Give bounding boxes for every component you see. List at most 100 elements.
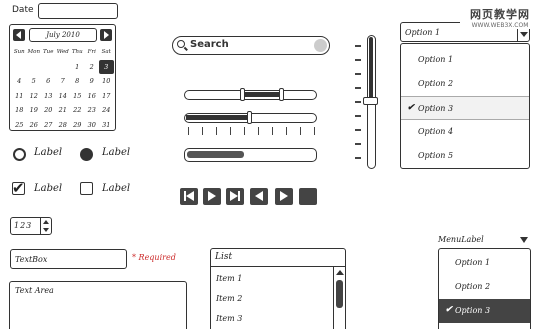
stop-button[interactable] <box>299 188 317 205</box>
calendar-day[interactable]: 7 <box>56 74 71 89</box>
calendar-day[interactable]: 16 <box>85 89 100 104</box>
option-label: Option 3 <box>418 104 454 113</box>
dropdown-option[interactable]: Option 2 <box>401 72 529 96</box>
dropdown-option[interactable]: Option 5 <box>401 144 529 168</box>
play-button[interactable] <box>203 188 221 205</box>
calendar-day[interactable]: 26 <box>27 118 42 133</box>
dropdown-option[interactable]: Option 1 <box>401 48 529 72</box>
calendar-day[interactable]: 15 <box>70 89 85 104</box>
calendar-day[interactable]: 21 <box>56 103 71 118</box>
date-field[interactable] <box>38 3 118 19</box>
chevron-down-icon[interactable] <box>520 237 528 243</box>
calendar-day[interactable]: 10 <box>99 74 114 89</box>
calendar-day[interactable]: 23 <box>85 103 100 118</box>
bar-icon <box>238 191 240 201</box>
calendar-day[interactable]: 19 <box>27 103 42 118</box>
calendar-weekday: Thu <box>71 49 83 55</box>
calendar-day[interactable]: 18 <box>12 103 27 118</box>
progress-fill <box>187 151 244 158</box>
calendar-day[interactable]: 6 <box>41 74 56 89</box>
forward-button[interactable] <box>275 188 293 205</box>
calendar-day[interactable]: 5 <box>27 74 42 89</box>
calendar-day[interactable]: 17 <box>99 89 114 104</box>
slider-fill <box>186 115 250 120</box>
calendar-day[interactable]: 1 <box>70 60 85 75</box>
checkbox-label: Label <box>34 183 63 194</box>
calendar-day[interactable]: 24 <box>99 103 114 118</box>
calendar-weekday: Tue <box>43 49 54 55</box>
vertical-slider-tick <box>355 87 361 89</box>
vertical-slider-tick <box>355 157 361 159</box>
calendar-weekday: Wed <box>56 49 69 55</box>
dropdown-option-selected[interactable]: ✔ Option 3 <box>401 96 529 120</box>
calendar-day[interactable]: 28 <box>56 118 71 133</box>
vertical-slider-tick <box>355 59 361 61</box>
dropdown-option[interactable]: Option 4 <box>401 120 529 144</box>
calendar-day[interactable]: 14 <box>56 89 71 104</box>
slider-tick <box>230 127 231 135</box>
dropdown-menu: Option 1 Option 2 ✔ Option 3 Option 4 Opt… <box>400 43 530 169</box>
calendar-day[interactable]: 12 <box>27 89 42 104</box>
calendar-day[interactable]: 20 <box>41 103 56 118</box>
number-stepper[interactable]: 123 <box>10 217 52 235</box>
skip-forward-button[interactable] <box>226 188 244 205</box>
slider-tick <box>216 127 217 135</box>
calendar-day[interactable]: 3 <box>99 59 114 74</box>
scroll-thumb[interactable] <box>336 280 343 308</box>
list-item[interactable]: Item 2 <box>216 294 242 303</box>
calendar-next-icon[interactable] <box>100 29 112 41</box>
menu-item-selected[interactable]: ✔ Option 3 <box>439 299 530 323</box>
scroll-up-icon[interactable] <box>336 270 344 275</box>
calendar-weekday: Fri <box>87 49 96 55</box>
calendar-day[interactable]: 13 <box>41 89 56 104</box>
calendar-day[interactable]: 25 <box>12 118 27 133</box>
rewind-button[interactable] <box>250 188 268 205</box>
menu-item-label: Option 3 <box>455 306 491 315</box>
slider-tick <box>244 127 245 135</box>
required-label: * Required <box>132 253 176 262</box>
clear-icon[interactable] <box>314 39 327 52</box>
range-slider-high-thumb[interactable] <box>278 88 284 101</box>
stepper-down-icon[interactable] <box>43 228 49 232</box>
text-area[interactable]: Text Area <box>9 281 187 329</box>
slider-tick <box>314 127 315 135</box>
calendar-day[interactable]: 31 <box>99 118 114 133</box>
calendar-empty <box>12 60 27 75</box>
calendar-day[interactable]: 27 <box>41 118 56 133</box>
calendar-day[interactable]: 9 <box>85 74 100 89</box>
checkbox-label: Label <box>102 183 131 194</box>
slider-tick <box>188 127 189 135</box>
skip-back-button[interactable] <box>180 188 198 205</box>
calendar-day[interactable]: 2 <box>85 60 100 75</box>
radio-checked[interactable] <box>80 148 93 161</box>
list-item[interactable]: Item 3 <box>216 314 242 323</box>
play-forward-icon <box>230 191 238 201</box>
stepper-up-icon[interactable] <box>43 220 49 224</box>
calendar-day[interactable]: 29 <box>70 118 85 133</box>
slider-thumb[interactable] <box>246 111 252 124</box>
checkmark-icon: ✔ <box>407 103 415 113</box>
calendar-grid: Sun Mon Tue Wed Thu Fri Sat 1 2 3 4 5 6 7 8 9 10 11 12 13 14… <box>12 45 114 132</box>
calendar-day[interactable]: 4 <box>12 74 27 89</box>
calendar-day[interactable]: 30 <box>85 118 100 133</box>
list-item[interactable]: Item 1 <box>216 274 242 283</box>
menu-item[interactable]: Option 2 <box>439 275 530 299</box>
vertical-slider-tick <box>355 129 361 131</box>
search-field[interactable]: Search <box>172 36 330 55</box>
list-scrollbar[interactable] <box>333 267 345 329</box>
checkbox-unchecked[interactable] <box>80 182 93 195</box>
calendar-weekday: Mon <box>27 49 41 55</box>
range-slider-low-thumb[interactable] <box>240 88 246 101</box>
vertical-slider-thumb[interactable] <box>363 97 378 105</box>
textbox[interactable]: TextBox <box>10 249 127 269</box>
checkbox-checked[interactable]: ✔ <box>12 181 25 196</box>
stepper-buttons <box>40 218 51 234</box>
radio-unchecked[interactable] <box>13 148 26 161</box>
calendar-day[interactable]: 22 <box>70 103 85 118</box>
calendar-day[interactable]: 11 <box>12 89 27 104</box>
menu: Option 1 Option 2 ✔ Option 3 <box>438 248 531 329</box>
calendar-day[interactable]: 8 <box>70 74 85 89</box>
calendar-prev-icon[interactable] <box>13 29 25 41</box>
range-slider-track[interactable] <box>184 90 317 100</box>
menu-item[interactable]: Option 1 <box>439 251 530 275</box>
